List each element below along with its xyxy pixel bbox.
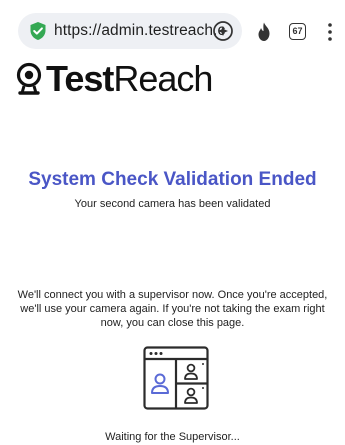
page-title: System Check Validation Ended: [28, 169, 317, 190]
page-subtitle: Your second camera has been validated: [74, 198, 271, 210]
address-bar[interactable]: https://admin.testreach.c: [18, 13, 242, 49]
shield-check-icon[interactable]: [28, 21, 48, 41]
tab-switcher-button[interactable]: 67: [289, 23, 306, 40]
webcam-logo-icon: [16, 62, 42, 95]
logo-wordmark-regular: Reach: [113, 58, 213, 99]
logo-wordmark-bold: Test: [46, 58, 114, 99]
page-action-icon[interactable]: [212, 20, 234, 42]
waiting-status: Waiting for the Supervisor...: [105, 431, 240, 443]
info-message: We'll connect you with a supervisor now.…: [17, 289, 328, 329]
more-vert-icon[interactable]: [328, 22, 332, 42]
logo-wordmark: TestReach: [46, 58, 213, 99]
browser-toolbar: https://admin.testreach.c 67: [0, 0, 345, 56]
video-conference-icon: [143, 346, 209, 410]
flame-icon[interactable]: [255, 22, 273, 42]
url-text[interactable]: https://admin.testreach.c: [54, 22, 225, 40]
testreach-logo: TestReach: [16, 58, 213, 99]
